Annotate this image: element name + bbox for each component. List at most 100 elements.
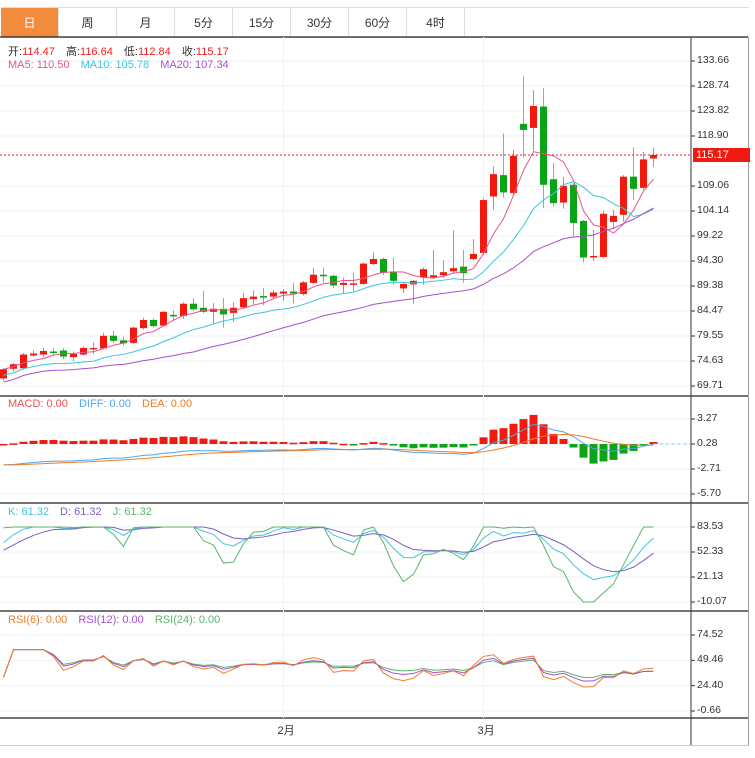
close-value: 115.17 (195, 46, 229, 58)
macd-bar (189, 437, 198, 444)
ohlc-legend: 开:114.47 高:116.64 低:112.84 收:115.17 (8, 43, 237, 59)
candle-up (650, 154, 657, 159)
macd-bar (109, 439, 118, 444)
rsi6-value: RSI(6): 0.00 (8, 614, 68, 626)
candle-down (380, 258, 387, 273)
macd-legend: MACD: 0.00 DIFF: 0.00 DEA: 0.00 (8, 398, 200, 410)
k-value: K: 61.32 (8, 506, 49, 518)
candle-up (400, 283, 407, 289)
axis-label: 104.14 (697, 204, 730, 217)
candle-down (520, 123, 527, 130)
macd-bar (579, 444, 588, 458)
candle-up (510, 155, 517, 193)
axis-label: 74.63 (697, 353, 724, 366)
macd-bar (139, 437, 148, 444)
macd-bar (79, 440, 88, 444)
axis-label: -5.70 (697, 487, 721, 499)
axis-label: -10.07 (697, 595, 727, 607)
candle-up (450, 268, 457, 272)
current-price-tag: 115.17 (693, 148, 750, 162)
candle-up (40, 350, 47, 355)
candle-up (640, 159, 647, 188)
k-line (3, 526, 654, 581)
macd-bar (39, 440, 48, 444)
candle-up (560, 185, 567, 203)
axis-label: -2.71 (697, 462, 721, 474)
macd-bar (349, 444, 358, 446)
diff-value: DIFF: 0.00 (78, 398, 131, 410)
candle-up (280, 291, 287, 294)
axis-label: 84.47 (697, 303, 724, 316)
macd-bar (159, 436, 168, 444)
candle-up (430, 275, 437, 278)
axis-label: 0.28 (697, 437, 718, 449)
axis-label: 79.55 (697, 328, 724, 341)
low-label: 低: (123, 46, 138, 58)
macd-bar (229, 441, 238, 444)
macd-bar (129, 439, 138, 444)
candle-up (140, 319, 147, 329)
macd-bar (209, 439, 218, 444)
macd-bar (289, 442, 298, 445)
open-label: 开: (8, 46, 23, 58)
macd-bar (339, 443, 348, 446)
high-label: 高: (65, 46, 81, 58)
close-label: 收: (181, 46, 196, 58)
macd-bar (9, 443, 18, 445)
candle-up (270, 292, 277, 297)
macd-bar (469, 444, 478, 446)
candle-up (340, 282, 347, 285)
macd-bar (99, 439, 108, 444)
rsi-legend: RSI(6): 0.00 RSI(12): 0.00 RSI(24): 0.00 (8, 614, 228, 626)
macd-bar (449, 444, 458, 448)
macd-bar (599, 444, 608, 462)
macd-bar (219, 441, 228, 444)
macd-bar (499, 428, 508, 444)
kline-chart[interactable] (0, 0, 755, 758)
candle-down (500, 175, 507, 193)
axis-label: 3.27 (697, 412, 718, 424)
axis-label: 52.33 (697, 545, 724, 557)
macd-value: MACD: 0.00 (8, 398, 68, 410)
axis-label: 99.22 (697, 229, 724, 242)
rsi24-line (3, 649, 654, 678)
candle-up (180, 303, 187, 316)
axis-label: 24.40 (697, 678, 724, 691)
axis-label: 128.74 (697, 79, 730, 91)
candle-up (350, 283, 357, 285)
macd-bar (329, 442, 338, 445)
candle-down (170, 314, 177, 317)
macd-bar (479, 437, 488, 444)
candle-up (440, 272, 447, 276)
axis-label: 49.46 (697, 653, 724, 666)
macd-bar (179, 436, 188, 444)
macd-bar (569, 444, 578, 448)
macd-bar (0, 444, 8, 446)
candle-down (390, 271, 397, 281)
axis-label: 74.52 (697, 628, 724, 640)
candle-up (160, 311, 167, 326)
candle-down (50, 351, 57, 353)
candle-up (470, 253, 477, 259)
rsi24-value: RSI(24): 0.00 (154, 614, 221, 626)
macd-bar (299, 442, 308, 444)
high-value: 116.64 (80, 46, 113, 58)
macd-bar (19, 441, 28, 444)
axis-label: 133.66 (697, 54, 730, 66)
candle-up (370, 258, 377, 265)
candle-up (30, 353, 37, 356)
axis-label: 123.82 (697, 104, 730, 116)
rsi6-line (3, 649, 654, 688)
rsi12-value: RSI(12): 0.00 (78, 614, 144, 626)
candle-down (540, 106, 547, 185)
macd-bar (319, 441, 328, 444)
macd-bar (259, 441, 268, 444)
macd-bar (59, 440, 68, 444)
j-line (3, 526, 654, 603)
candle-down (320, 274, 327, 277)
candle-up (420, 269, 427, 278)
macd-bar (89, 440, 98, 444)
candle-up (360, 263, 367, 284)
macd-bar (69, 441, 78, 444)
axis-label: 118.90 (697, 129, 729, 141)
